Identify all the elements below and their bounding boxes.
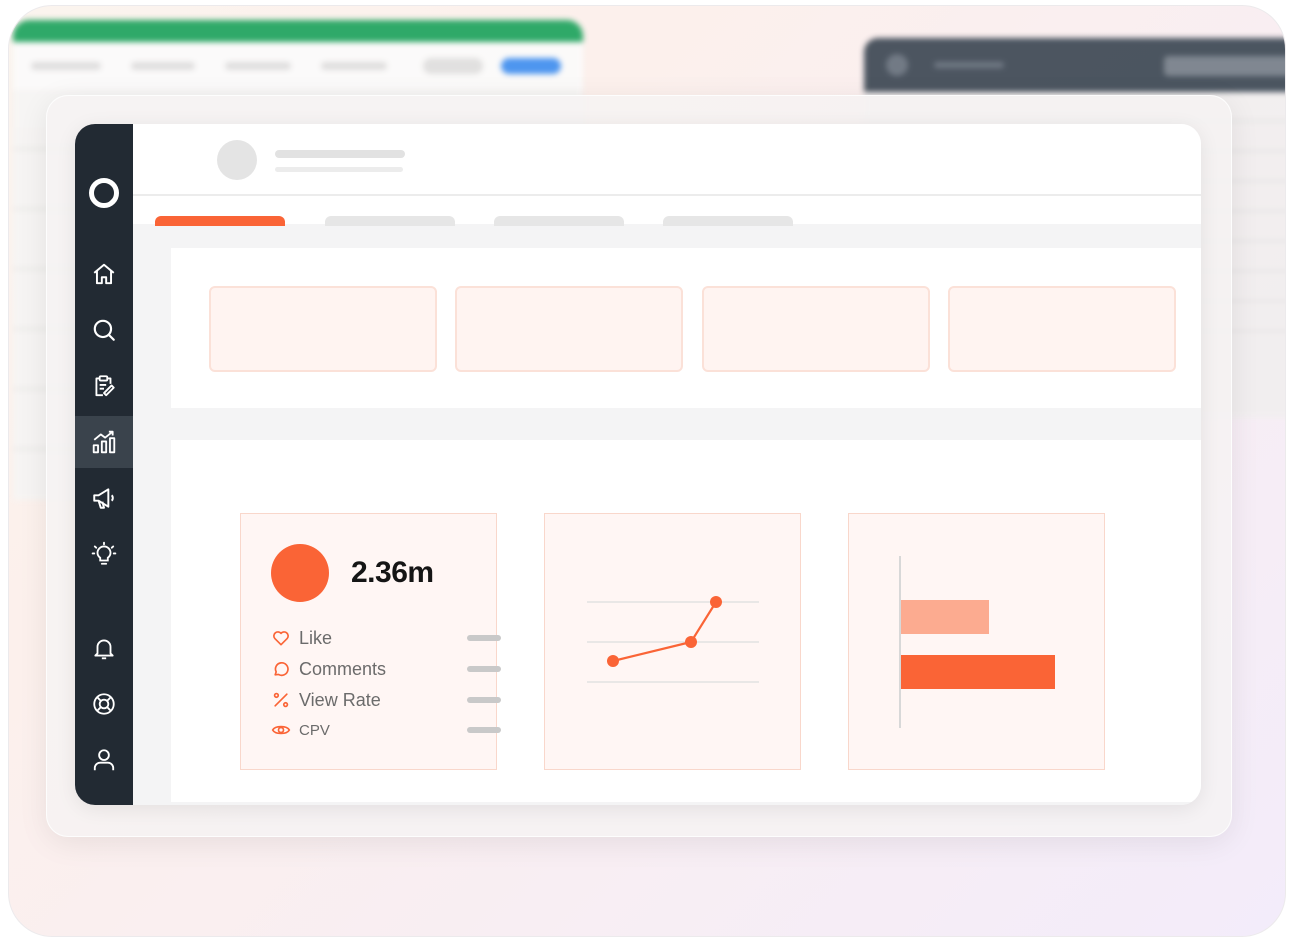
background-window-right-toolbar: [864, 38, 1285, 92]
header: [133, 124, 1201, 196]
analytics-icon: [92, 430, 116, 454]
sidebar-item-support[interactable]: [75, 678, 133, 730]
metric-row-view-rate: View Rate: [271, 689, 501, 710]
metric-label: Like: [299, 627, 333, 648]
metric-value-placeholder: [467, 697, 501, 703]
kpi-card[interactable]: [455, 286, 683, 372]
bell-icon: [94, 639, 114, 660]
background-button-grey: [423, 58, 483, 74]
bar: [901, 600, 989, 634]
bar-chart-card[interactable]: [848, 513, 1105, 770]
user-icon: [93, 749, 115, 771]
kpi-card[interactable]: [948, 286, 1176, 372]
bar: [901, 655, 1055, 689]
line-series: [612, 601, 717, 663]
home-icon: [93, 263, 115, 285]
data-point: [607, 655, 619, 667]
metric-row-like: Like: [271, 627, 501, 648]
analytics-panel: 2.36m Like Comments View Rate CPV: [171, 440, 1201, 802]
lifebuoy-icon: [93, 693, 115, 715]
sidebar-item-ideas[interactable]: [75, 528, 133, 580]
metric-row-comments: Comments: [271, 658, 501, 679]
background-nav-placeholder: [131, 62, 195, 70]
background-button-blue: [501, 58, 561, 74]
engagement-card[interactable]: 2.36m Like Comments View Rate CPV: [240, 513, 501, 770]
kpi-card[interactable]: [209, 286, 437, 372]
percent-icon: [273, 692, 289, 708]
sidebar-item-campaigns[interactable]: [75, 472, 133, 524]
tab-placeholder[interactable]: [663, 216, 793, 226]
background-nav-placeholder: [321, 62, 387, 70]
sidebar-item-profile[interactable]: [75, 734, 133, 786]
sidebar-item-notifications[interactable]: [75, 622, 133, 674]
sidebar-item-search[interactable]: [75, 304, 133, 356]
comment-icon: [274, 662, 289, 677]
sidebar-item-tasks[interactable]: [75, 360, 133, 412]
engagement-total-value: 2.36m: [351, 556, 434, 589]
metric-label: CPV: [299, 721, 330, 739]
tab-active[interactable]: [155, 216, 285, 226]
kpi-card[interactable]: [702, 286, 930, 372]
data-point: [685, 636, 697, 648]
sidebar: [75, 124, 133, 805]
metric-value-placeholder: [467, 666, 501, 672]
metric-value-placeholder: [467, 635, 501, 641]
background-nav-placeholder: [225, 62, 291, 70]
tab-placeholder[interactable]: [325, 216, 455, 226]
data-point: [710, 596, 722, 608]
kpi-panel: [171, 248, 1201, 408]
heart-icon: [273, 631, 289, 646]
megaphone-icon: [93, 488, 114, 509]
app-logo: [89, 178, 119, 208]
tab-placeholder[interactable]: [494, 216, 624, 226]
lightbulb-icon: [91, 541, 117, 565]
metric-value-placeholder: [467, 727, 501, 733]
avatar[interactable]: [217, 140, 257, 180]
sidebar-item-analytics[interactable]: [75, 416, 133, 468]
header-title-placeholder: [275, 150, 405, 158]
app-window: 2.36m Like Comments View Rate CPV: [75, 124, 1201, 805]
metric-indicator-dot: [271, 544, 329, 602]
clipboard-edit-icon: [95, 375, 115, 397]
line-chart: [587, 596, 759, 683]
eye-icon: [271, 725, 291, 735]
background-nav-placeholder: [31, 62, 101, 70]
line-chart-card[interactable]: [544, 513, 801, 770]
metric-label: View Rate: [299, 689, 381, 710]
metric-label: Comments: [299, 658, 387, 679]
metric-row-cpv: CPV: [271, 720, 501, 740]
tab-strip: [133, 196, 1201, 226]
background-window-navbar: [13, 42, 583, 90]
bar-chart: [899, 556, 1055, 728]
search-icon: [93, 319, 115, 341]
header-subtitle-placeholder: [275, 167, 403, 172]
sidebar-item-home[interactable]: [75, 248, 133, 300]
background-window-topbar: [13, 20, 583, 42]
main-content: 2.36m Like Comments View Rate CPV: [133, 124, 1201, 805]
